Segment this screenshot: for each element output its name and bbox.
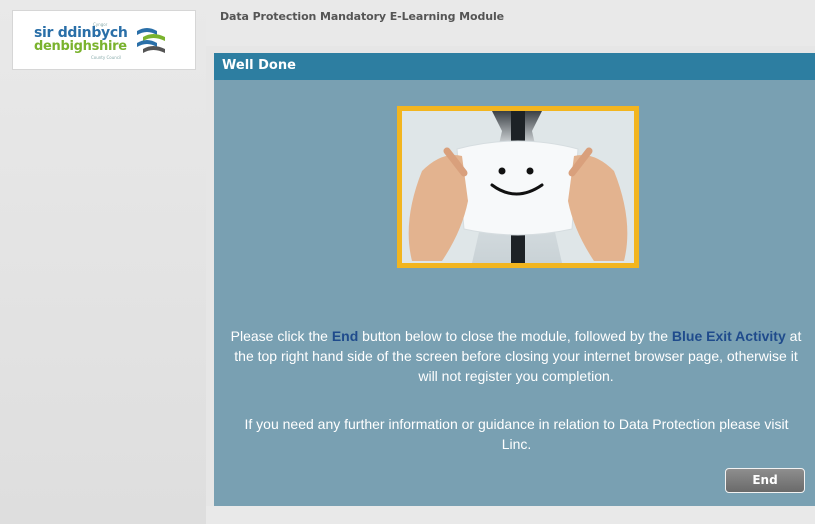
council-logo: Cyngor sir ddinbych denbighshire County … — [12, 10, 196, 70]
content-panel: Well Done Please click the End button be… — [214, 53, 815, 506]
end-button[interactable]: End — [725, 468, 805, 493]
instruction-part-2: button below to close the module, follow… — [358, 328, 672, 344]
logo-emblem-icon — [137, 28, 165, 53]
further-info-text: If you need any further information or g… — [244, 416, 789, 452]
smiley-card-image — [397, 106, 639, 268]
blue-exit-keyword: Blue Exit Activity — [671, 328, 786, 344]
instruction-part-1: Please click the — [230, 328, 332, 344]
panel-header: Well Done — [214, 53, 815, 80]
bottom-strip — [206, 506, 815, 524]
end-keyword: End — [331, 328, 359, 344]
logo-english-name: denbighshire — [34, 39, 127, 54]
instruction-text: Please click the End button below to clo… — [226, 326, 806, 386]
top-bar: Data Protection Mandatory E-Learning Mod… — [206, 0, 815, 46]
sidebar: Cyngor sir ddinbych denbighshire County … — [0, 0, 206, 524]
logo-small-bottom-text: County Council — [91, 55, 122, 60]
module-title: Data Protection Mandatory E-Learning Mod… — [220, 10, 505, 23]
panel-title: Well Done — [222, 58, 296, 73]
smiley-card-illustration — [402, 111, 634, 263]
